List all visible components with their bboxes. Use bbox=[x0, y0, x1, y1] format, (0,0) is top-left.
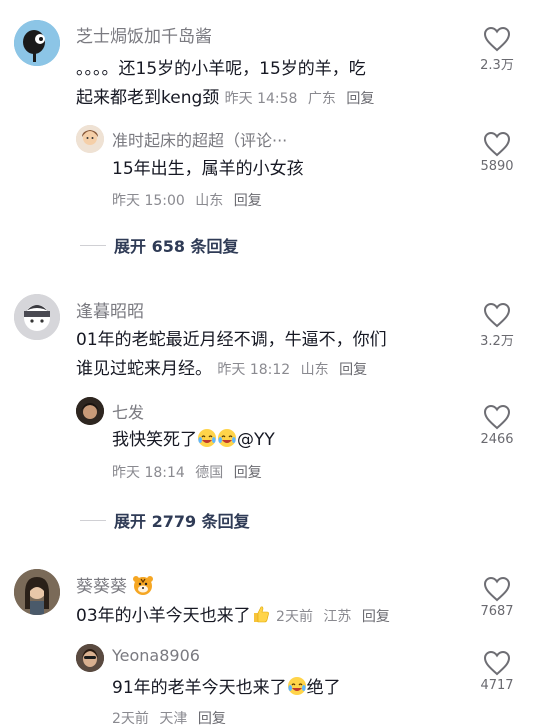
like-button[interactable]: 3.2万 bbox=[467, 302, 527, 349]
heart-outline-icon bbox=[483, 650, 511, 676]
avatar[interactable] bbox=[14, 20, 60, 66]
avatar[interactable] bbox=[14, 294, 60, 340]
heart-outline-icon bbox=[483, 26, 511, 52]
comment-text-line: 。。。。还15岁的小羊呢，15岁的羊，吃 bbox=[76, 59, 366, 79]
comment-username[interactable]: 芝士焗饭加千岛酱 bbox=[76, 22, 212, 47]
like-count: 2466 bbox=[480, 432, 514, 447]
reply-text-part: 91年的老羊今天也来了 bbox=[112, 678, 287, 698]
reply-meta: 昨天 15:00 山东 回复 bbox=[112, 190, 268, 210]
reply-button[interactable]: 回复 bbox=[362, 609, 390, 625]
reply-location: 德国 bbox=[195, 465, 224, 481]
heart-outline-icon bbox=[483, 404, 511, 430]
reply-username[interactable]: 七发 bbox=[112, 399, 144, 423]
comment-text-line-with-meta: 起来都老到keng颈 昨天 14:58 广东 回复 bbox=[76, 84, 466, 114]
comment-time: 2天前 bbox=[276, 609, 313, 625]
reply-username[interactable]: 准时起床的超超（评论··· bbox=[112, 127, 287, 151]
like-count: 3.2万 bbox=[480, 334, 514, 349]
like-button[interactable]: 2.3万 bbox=[467, 26, 527, 73]
mention-link[interactable]: @YY bbox=[237, 430, 275, 450]
expand-replies-button[interactable]: 展开 658 条回复 bbox=[80, 233, 239, 257]
comment-location: 山东 bbox=[300, 362, 329, 378]
comment-username[interactable]: 逢暮昭昭 bbox=[76, 297, 144, 322]
reply-button[interactable]: 回复 bbox=[234, 193, 262, 209]
comment-text-part: 03年的小羊今天也来了 bbox=[76, 606, 251, 626]
like-button[interactable]: 2466 bbox=[467, 404, 527, 447]
like-button[interactable]: 4717 bbox=[467, 650, 527, 693]
reply-text-part: 我快笑死了 bbox=[112, 430, 197, 450]
comment-text-line-with-meta: 谁见过蛇来月经。 昨天 18:12 山东 回复 bbox=[76, 355, 466, 385]
like-count: 7687 bbox=[480, 604, 514, 619]
like-button[interactable]: 5890 bbox=[467, 131, 527, 174]
laugh-cry-emoji bbox=[287, 676, 307, 696]
heart-outline-icon bbox=[483, 302, 511, 328]
heart-outline-icon bbox=[483, 131, 511, 157]
comment-time: 昨天 14:58 bbox=[224, 91, 298, 107]
expand-replies-button[interactable]: 展开 2779 条回复 bbox=[80, 508, 250, 532]
reply-text: 15年出生，属羊的小女孩 bbox=[112, 159, 304, 179]
like-button[interactable]: 7687 bbox=[467, 576, 527, 619]
comment-meta: 昨天 18:12 山东 回复 bbox=[217, 362, 373, 378]
comment-text: 。。。。还15岁的小羊呢，15岁的羊，吃 起来都老到keng颈 昨天 14:58… bbox=[76, 55, 466, 114]
avatar[interactable] bbox=[14, 569, 60, 615]
avatar[interactable] bbox=[76, 125, 104, 153]
tiger-emoji bbox=[133, 576, 154, 595]
comment-location: 广东 bbox=[307, 91, 336, 107]
reply-time: 昨天 18:14 bbox=[112, 465, 185, 481]
comment-text: 01年的老蛇最近月经不调，牛逼不，你们 谁见过蛇来月经。 昨天 18:12 山东… bbox=[76, 326, 466, 385]
comment-username[interactable]: 葵葵葵 bbox=[76, 572, 154, 597]
like-count: 5890 bbox=[480, 159, 514, 174]
comment-username-text: 葵葵葵 bbox=[76, 577, 127, 597]
heart-outline-icon bbox=[483, 576, 511, 602]
laugh-cry-emoji bbox=[217, 428, 237, 448]
thumbs-up-emoji bbox=[253, 606, 269, 623]
reply-button[interactable]: 回复 bbox=[339, 362, 367, 378]
reply-meta: 2天前 天津 回复 bbox=[112, 708, 232, 728]
reply-text: 我快笑死了 @YY bbox=[112, 426, 275, 455]
reply-button[interactable]: 回复 bbox=[346, 91, 374, 107]
comment-text-line: 起来都老到keng颈 bbox=[76, 88, 220, 108]
comment-meta: 昨天 14:58 广东 回复 bbox=[225, 91, 381, 107]
reply-text-part: 绝了 bbox=[306, 678, 341, 698]
reply-username[interactable]: Yeona8906 bbox=[112, 646, 200, 665]
reply-location: 山东 bbox=[195, 193, 224, 209]
comment-location: 江苏 bbox=[323, 609, 352, 625]
comment-text-line: 谁见过蛇来月经。 bbox=[76, 359, 212, 379]
comment-meta: 2天前 江苏 回复 bbox=[276, 609, 396, 625]
like-count: 2.3万 bbox=[480, 58, 514, 73]
comment-text: 03年的小羊今天也来了 2天前 江苏 回复 bbox=[76, 602, 396, 632]
divider bbox=[80, 244, 106, 246]
reply-button[interactable]: 回复 bbox=[234, 465, 262, 481]
divider bbox=[80, 519, 106, 521]
expand-replies-label: 展开 658 条回复 bbox=[114, 237, 239, 256]
avatar[interactable] bbox=[76, 397, 104, 425]
reply-time: 昨天 15:00 bbox=[112, 193, 185, 209]
reply-text: 91年的老羊今天也来了 绝了 bbox=[112, 674, 341, 703]
like-count: 4717 bbox=[480, 678, 514, 693]
avatar[interactable] bbox=[76, 644, 104, 672]
comment-text-line: 01年的老蛇最近月经不调，牛逼不，你们 bbox=[76, 330, 387, 350]
expand-replies-label: 展开 2779 条回复 bbox=[114, 512, 250, 531]
reply-meta: 昨天 18:14 德国 回复 bbox=[112, 462, 268, 482]
laugh-cry-emoji bbox=[197, 428, 217, 448]
comment-time: 昨天 18:12 bbox=[217, 362, 291, 378]
